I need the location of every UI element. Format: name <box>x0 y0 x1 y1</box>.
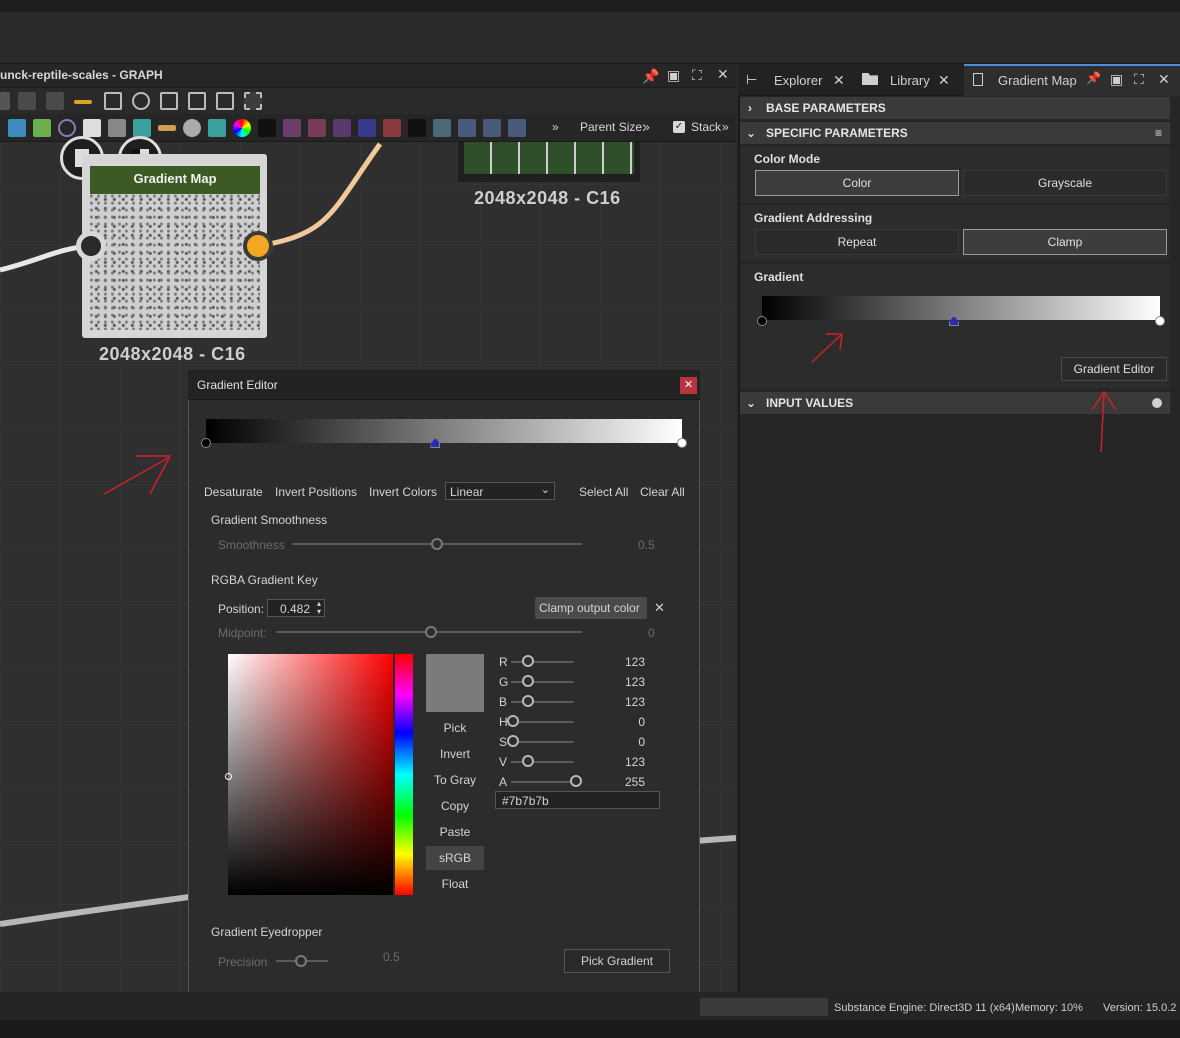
invert-colors-button[interactable]: Invert Colors <box>369 485 437 499</box>
color-action-invert-button[interactable]: Invert <box>426 742 484 766</box>
gradient-stop[interactable] <box>201 438 211 448</box>
color-channels: R 123 G 123 B 123 H 0 S 0 V 123 A 255 <box>495 654 655 794</box>
channel-value: 123 <box>624 755 645 769</box>
channel-row-s: S0 <box>495 734 655 752</box>
position-value: 0.482 <box>280 602 311 616</box>
precision-value: 0.5 <box>383 950 400 964</box>
channel-value: 123 <box>624 695 645 709</box>
channel-value: 0 <box>638 715 645 729</box>
channel-label: B <box>499 695 508 709</box>
position-input[interactable]: 0.482 ▴ ▾ <box>267 599 325 617</box>
channel-slider[interactable] <box>511 741 574 743</box>
gradient-stop[interactable] <box>677 438 687 448</box>
dialog-gradient-stops <box>201 438 687 450</box>
invert-positions-button[interactable]: Invert Positions <box>275 485 357 499</box>
status-memory: Memory: 10% <box>1015 1002 1083 1014</box>
chevron-down-icon: ⌄ <box>540 484 550 496</box>
channel-slider[interactable] <box>511 681 574 683</box>
dialog-title: Gradient Editor <box>197 378 278 392</box>
gradient-stop[interactable] <box>430 438 441 448</box>
clamp-output-toggle[interactable]: Clamp output color <box>535 597 647 619</box>
channel-slider-handle[interactable] <box>570 775 582 787</box>
sv-picker-cursor[interactable] <box>225 773 232 780</box>
color-action-srgb-button[interactable]: sRGB <box>426 846 484 870</box>
channel-row-b: B 123 <box>495 694 655 712</box>
spinner-icon[interactable]: ▴ ▾ <box>317 600 321 616</box>
color-swatch <box>426 654 484 712</box>
smoothness-heading: Gradient Smoothness <box>211 513 328 527</box>
channel-slider-handle[interactable] <box>522 755 535 767</box>
interpolation-select[interactable]: Linear ⌄ <box>445 482 555 500</box>
hex-input[interactable]: #7b7b7b <box>495 791 660 809</box>
hue-slider[interactable] <box>395 654 413 895</box>
channel-label: V <box>499 755 508 769</box>
channel-slider-handle[interactable] <box>522 675 535 687</box>
select-all-button[interactable]: Select All <box>579 485 628 499</box>
channel-value: 123 <box>624 655 645 669</box>
desaturate-button[interactable]: Desaturate <box>204 485 263 499</box>
clamp-close-icon[interactable]: ✕ <box>654 600 665 616</box>
channel-value: 123 <box>624 675 645 689</box>
color-action-to-gray-button[interactable]: To Gray <box>426 768 484 792</box>
clamp-output-label: Clamp output color <box>539 601 640 615</box>
pick-gradient-button[interactable]: Pick Gradient <box>564 949 670 973</box>
precision-label: Precision <box>218 955 268 969</box>
channel-slider[interactable] <box>511 661 574 663</box>
channel-label: S <box>499 735 508 749</box>
midpoint-label: Midpoint: <box>218 626 267 640</box>
channel-row-r: R 123 <box>495 654 655 672</box>
channel-slider-handle[interactable] <box>522 695 535 707</box>
eyedropper-heading: Gradient Eyedropper <box>211 925 323 939</box>
channel-slider-handle[interactable] <box>507 715 519 727</box>
channel-slider-handle[interactable] <box>522 655 535 667</box>
channel-row-g: G 123 <box>495 674 655 692</box>
channel-slider[interactable] <box>511 701 574 703</box>
taskbar <box>0 1020 1180 1038</box>
status-progress <box>700 998 828 1016</box>
midpoint-slider-handle[interactable] <box>425 626 437 638</box>
channel-slider[interactable] <box>511 781 574 783</box>
color-action-float-button[interactable]: Float <box>426 872 484 896</box>
dialog-close-button[interactable]: ✕ <box>680 377 697 394</box>
precision-slider-handle[interactable] <box>295 955 307 967</box>
channel-slider-handle[interactable] <box>507 735 519 747</box>
channel-label: G <box>499 675 509 689</box>
clear-all-button[interactable]: Clear All <box>640 485 685 499</box>
saturation-value-picker[interactable] <box>228 654 393 895</box>
midpoint-value: 0 <box>648 626 655 640</box>
smoothness-label: Smoothness <box>218 538 285 552</box>
position-label: Position: <box>218 602 265 616</box>
status-engine: Substance Engine: Direct3D 11 (x64) <box>834 1002 1015 1014</box>
channel-row-h: H0 <box>495 714 655 732</box>
channel-slider[interactable] <box>511 721 574 723</box>
rgba-key-heading: RGBA Gradient Key <box>211 573 318 587</box>
channel-value: 255 <box>624 775 645 789</box>
channel-label: R <box>499 655 508 669</box>
status-version: Version: 15.0.2 <box>1103 1002 1177 1014</box>
channel-label: A <box>499 775 508 789</box>
hex-value: #7b7b7b <box>502 794 549 808</box>
color-action-pick-button[interactable]: Pick <box>426 716 484 740</box>
color-action-copy-button[interactable]: Copy <box>426 794 484 818</box>
channel-row-a: A 255 <box>495 774 655 792</box>
smoothness-value: 0.5 <box>638 538 655 552</box>
interpolation-value: Linear <box>450 485 484 499</box>
smoothness-slider-handle[interactable] <box>431 538 443 550</box>
channel-slider[interactable] <box>511 761 574 763</box>
channel-row-v: V 123 <box>495 754 655 772</box>
color-action-paste-button[interactable]: Paste <box>426 820 484 844</box>
channel-value: 0 <box>638 735 645 749</box>
